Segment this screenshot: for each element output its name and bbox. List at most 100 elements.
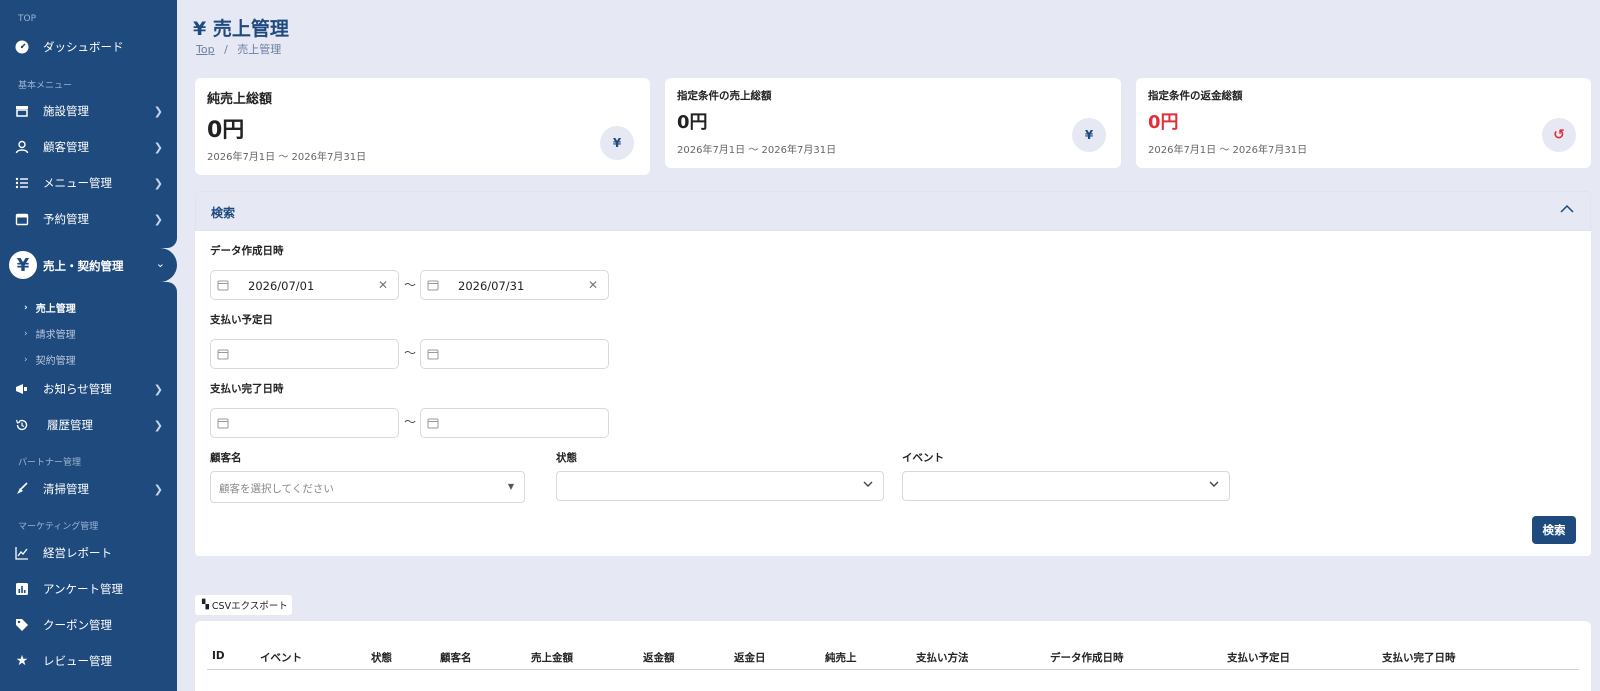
megaphone-icon [14, 381, 30, 397]
sidebar-item-notice[interactable]: お知らせ管理 ❯ [0, 374, 177, 404]
clear-icon[interactable]: ✕ [378, 278, 388, 292]
list-icon [14, 175, 30, 191]
table-header-refund-date: 返金日 [734, 652, 766, 664]
sidebar-item-facility[interactable]: 施設管理 ❯ [0, 96, 177, 126]
calendar-icon [427, 349, 439, 360]
table-header-id: ID [212, 650, 225, 662]
sidebar: TOP ダッシュボード 基本メニュー 施設管理 ❯ 顧客管理 ❯ メニュー管理 … [0, 0, 177, 691]
sidebar-item-survey[interactable]: アンケート管理 [0, 574, 177, 604]
sidebar-section-marketing: マーケティング管理 [18, 522, 99, 532]
event-label: イベント [902, 452, 944, 464]
breadcrumb: Top / 売上管理 [196, 41, 281, 57]
user-icon [14, 139, 30, 155]
chevron-right-icon: ❯ [153, 104, 163, 118]
status-select[interactable] [556, 471, 884, 501]
sidebar-item-review[interactable]: ★ レビュー管理 [0, 646, 177, 676]
sidebar-item-menu[interactable]: メニュー管理 ❯ [0, 168, 177, 198]
sales-table: ID イベント 状態 顧客名 売上金額 返金額 返金日 純売上 支払い方法 デー… [195, 621, 1591, 691]
star-icon: ★ [15, 653, 29, 669]
sidebar-item-label: レビュー管理 [43, 654, 112, 668]
sidebar-item-label: 予約管理 [43, 212, 89, 226]
data-created-from-input[interactable]: 2026/07/01 ✕ [210, 270, 399, 300]
history-icon [14, 417, 30, 433]
sidebar-section-top: TOP [18, 14, 37, 24]
chevron-down-icon [863, 480, 873, 491]
event-select[interactable] [902, 471, 1230, 501]
yen-icon: ¥ [600, 126, 634, 160]
data-created-to-input[interactable]: 2026/07/31 ✕ [420, 270, 609, 300]
calendar-icon [217, 349, 229, 360]
sidebar-item-report[interactable]: 経営レポート [0, 538, 177, 568]
chevron-right-icon: › [24, 302, 28, 313]
range-separator: 〜 [404, 346, 417, 360]
date-value: 2026/07/01 [248, 279, 315, 293]
net-sales-card: 純売上総額 0円 2026年7月1日 〜 2026年7月31日 ¥ [195, 78, 650, 175]
sidebar-item-label: 履歴管理 [47, 418, 93, 432]
card-date-range: 2026年7月1日 〜 2026年7月31日 [207, 152, 367, 163]
sidebar-item-label: 経営レポート [43, 546, 112, 560]
payment-done-from-input[interactable] [210, 408, 399, 438]
sidebar-notch [0, 282, 177, 292]
page-title: ¥ 売上管理 [193, 14, 289, 41]
sidebar-item-history[interactable]: 履歴管理 ❯ [0, 410, 177, 440]
csv-export-button[interactable]: ▚ CSVエクスポート [195, 595, 292, 615]
breadcrumb-top-link[interactable]: Top [196, 43, 215, 56]
filtered-sales-card: 指定条件の売上総額 0円 2026年7月1日 〜 2026年7月31日 ¥ [665, 78, 1121, 168]
yen-icon: ¥ [7, 249, 39, 281]
chevron-up-icon[interactable] [1560, 202, 1574, 218]
sidebar-item-label: 清掃管理 [43, 482, 89, 496]
calendar-icon [217, 418, 229, 429]
file-csv-icon: ▚ [202, 600, 209, 610]
poll-icon [14, 581, 30, 597]
chevron-right-icon: ❯ [153, 176, 163, 190]
customer-select[interactable]: 顧客を選択してください ▼ [210, 471, 525, 503]
search-button[interactable]: 検索 [1532, 516, 1576, 544]
calendar-icon [427, 280, 439, 291]
table-header-created-at: データ作成日時 [1050, 652, 1124, 664]
sidebar-item-customer[interactable]: 顧客管理 ❯ [0, 132, 177, 162]
yen-icon: ¥ [193, 18, 207, 40]
sidebar-section-partner: パートナー管理 [18, 458, 82, 468]
payment-done-to-input[interactable] [420, 408, 609, 438]
sidebar-item-label: 顧客管理 [43, 140, 89, 154]
calendar-icon [427, 418, 439, 429]
status-label: 状態 [556, 452, 577, 464]
sidebar-item-label: クーポン管理 [43, 618, 112, 632]
search-panel-header[interactable]: 検索 [195, 191, 1591, 231]
page-title-text: 売上管理 [212, 18, 289, 40]
chevron-down-icon [1209, 480, 1219, 491]
calendar-icon [14, 211, 30, 227]
table-header-payment-due: 支払い予定日 [1227, 652, 1290, 664]
sidebar-subitem-billing[interactable]: › 請求管理 [24, 326, 76, 342]
dashboard-icon [14, 39, 30, 55]
sidebar-subitem-label: 契約管理 [35, 356, 76, 367]
calendar-icon [217, 280, 229, 291]
sidebar-item-dashboard[interactable]: ダッシュボード [0, 32, 177, 62]
payment-due-from-input[interactable] [210, 339, 399, 369]
csv-export-label: CSVエクスポート [211, 601, 288, 612]
sidebar-notch [0, 238, 177, 248]
sidebar-item-label: お知らせ管理 [43, 382, 112, 396]
sidebar-subitem-contract[interactable]: › 契約管理 [24, 352, 76, 368]
sidebar-subitem-sales[interactable]: › 売上管理 [24, 300, 76, 316]
chevron-right-icon: › [24, 328, 28, 339]
sidebar-item-cleaning[interactable]: 清掃管理 ❯ [0, 474, 177, 504]
customer-label: 顧客名 [210, 452, 242, 464]
payment-due-label: 支払い予定日 [210, 314, 273, 326]
tag-icon [14, 617, 30, 633]
card-title: 純売上総額 [207, 92, 273, 107]
table-header-refund-amount: 返金額 [643, 652, 675, 664]
sidebar-item-coupon[interactable]: クーポン管理 [0, 610, 177, 640]
clear-icon[interactable]: ✕ [588, 278, 598, 292]
sidebar-subitem-label: 売上管理 [35, 304, 76, 315]
breadcrumb-current: 売上管理 [237, 43, 282, 56]
card-title: 指定条件の返金総額 [1148, 90, 1243, 102]
payment-due-to-input[interactable] [420, 339, 609, 369]
chevron-right-icon: ❯ [153, 140, 163, 154]
filtered-refund-card: 指定条件の返金総額 0円 2026年7月1日 〜 2026年7月31日 ↺ [1136, 78, 1591, 168]
broom-icon [14, 481, 30, 497]
yen-icon: ¥ [1072, 118, 1106, 152]
sidebar-item-reservation[interactable]: 予約管理 ❯ [0, 204, 177, 234]
sidebar-item-label: 売上・契約管理 [43, 259, 124, 273]
table-header-divider [207, 669, 1579, 670]
